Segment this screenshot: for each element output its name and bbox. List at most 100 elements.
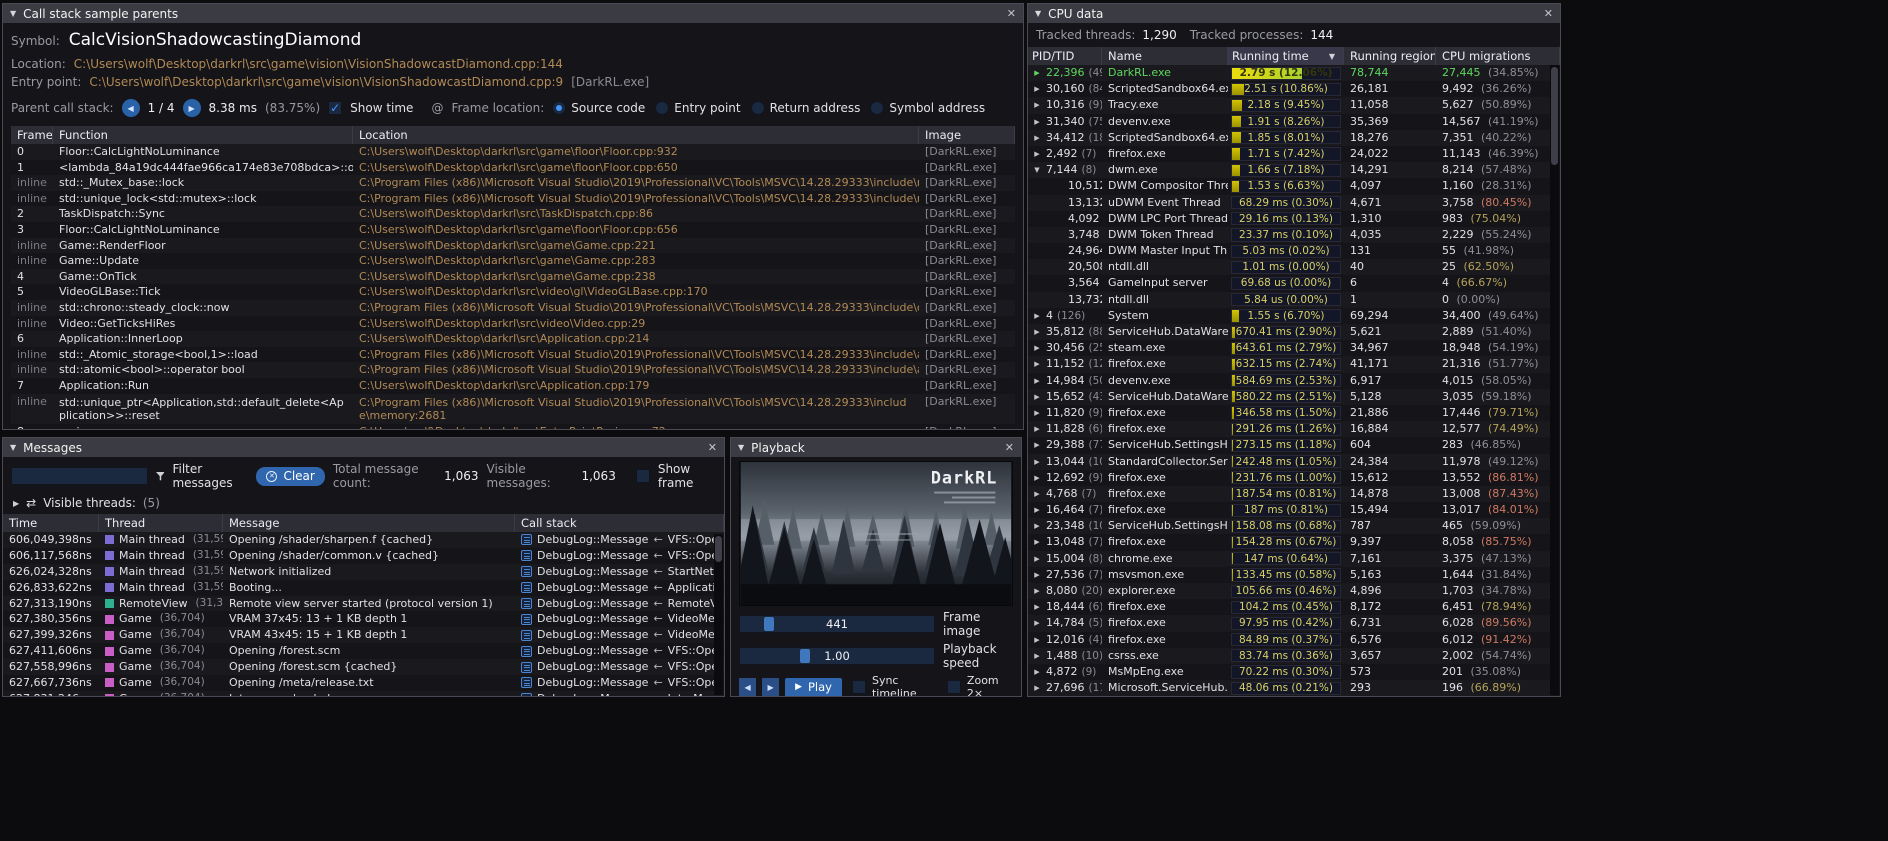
col-thread[interactable]: Thread — [99, 514, 223, 532]
play-button[interactable]: ▶Play — [785, 678, 842, 697]
message-row[interactable]: 627,411,606ns Game (36,704) Opening /for… — [3, 643, 724, 659]
process-pid[interactable]: ▶ 8,080 (20) — [1028, 583, 1102, 599]
expand-icon[interactable]: ▶ — [1032, 680, 1042, 696]
cpu-process-row[interactable]: ▶ 4 (126) System 1.55 s (6.70%) 69,294 3… — [1028, 308, 1550, 324]
callstack-frame-row[interactable]: 8 main C:\Users\wolf\Desktop\darkrl\src\… — [11, 424, 1015, 430]
process-pid[interactable]: ▶ 27,536 (7) — [1028, 567, 1102, 583]
callstack-frame-row[interactable]: inline std::atomic<bool>::operator bool … — [11, 362, 1015, 378]
process-pid[interactable]: 10,512 — [1028, 178, 1102, 194]
process-pid[interactable]: ▶ 2,492 (7) — [1028, 146, 1102, 162]
cpu-process-row[interactable]: ▶ 8,080 (20) explorer.exe 105.66 ms (0.4… — [1028, 583, 1550, 599]
process-pid[interactable]: ▶ 4 (126) — [1028, 308, 1102, 324]
message-callstack[interactable]: DebugLog::Message ← VFS::Open — [515, 675, 724, 691]
callstack-frame-row[interactable]: inline Game::RenderFloor C:\Users\wolf\D… — [11, 238, 1015, 254]
collapse-icon[interactable]: ▼ — [10, 443, 16, 452]
clear-messages-button[interactable]: ✕ Clear — [256, 467, 324, 486]
cpu-process-row[interactable]: ▶ 18,444 (6) firefox.exe 104.2 ms (0.45%… — [1028, 599, 1550, 615]
collapse-icon[interactable]: ▼ — [10, 9, 16, 18]
message-callstack[interactable]: DebugLog::Message ← VFS::Open — [515, 659, 724, 675]
message-row[interactable]: 626,024,328ns Main thread (31,596) Netwo… — [3, 564, 724, 580]
process-pid[interactable]: ▶ 13,048 (7) — [1028, 534, 1102, 550]
process-pid[interactable]: ▶ 34,412 (18) — [1028, 130, 1102, 146]
message-callstack[interactable]: DebugLog::Message ← VFS::Open — [515, 548, 724, 564]
frame-location-radio[interactable]: Source code — [552, 101, 645, 115]
process-pid[interactable]: ▶ 35,812 (88) — [1028, 324, 1102, 340]
cpu-process-row[interactable]: ▶ 13,044 (10) StandardCollector.Servic 2… — [1028, 454, 1550, 470]
expand-icon[interactable]: ▶ — [1032, 405, 1042, 421]
expand-icon[interactable]: ▶ — [1032, 502, 1042, 518]
message-row[interactable]: 627,399,326ns Game (36,704) VRAM 43x45: … — [3, 627, 724, 643]
callstack-frame-row[interactable]: 0 Floor::CalcLightNoLuminance C:\Users\w… — [11, 144, 1015, 160]
callstack-frame-row[interactable]: 5 VideoGLBase::Tick C:\Users\wolf\Deskto… — [11, 284, 1015, 300]
collapse-icon[interactable]: ▼ — [1035, 9, 1041, 18]
cpu-process-row[interactable]: ▶ 31,340 (75) devenv.exe 1.91 s (8.26%) … — [1028, 114, 1550, 130]
process-pid[interactable]: ▶ 14,984 (50) — [1028, 373, 1102, 389]
callstack-icon[interactable] — [521, 662, 532, 673]
message-row[interactable]: 626,833,622ns Main thread (31,596) Booti… — [3, 580, 724, 596]
expand-icon[interactable]: ▶ — [1032, 81, 1042, 97]
process-pid[interactable]: ▶ 23,348 (106) — [1028, 518, 1102, 534]
expand-icon[interactable]: ▶ — [1032, 632, 1042, 648]
frame-location-radio[interactable]: Return address — [751, 101, 861, 115]
next-frame-button[interactable]: ▶ — [762, 678, 779, 697]
next-callstack-button[interactable]: ▶ — [183, 99, 201, 117]
cpu-process-row[interactable]: ▶ 11,828 (6) firefox.exe 291.26 ms (1.26… — [1028, 421, 1550, 437]
expand-icon[interactable]: ▶ — [1032, 454, 1042, 470]
sync-timeline-checkbox[interactable] — [852, 680, 866, 694]
show-frame-checkbox[interactable] — [636, 469, 650, 483]
expand-icon[interactable]: ▶ — [1032, 340, 1042, 356]
cpu-process-row[interactable]: ▶ 12,692 (9) firefox.exe 231.76 ms (1.00… — [1028, 470, 1550, 486]
message-callstack[interactable]: DebugLog::Message ← VideoMemo — [515, 611, 724, 627]
process-pid[interactable]: ▶ 30,160 (84) — [1028, 81, 1102, 97]
cpu-process-row[interactable]: ▶ 30,456 (25) steam.exe 643.61 ms (2.79%… — [1028, 340, 1550, 356]
cpu-process-row[interactable]: 20,508 ntdll.dll 1.01 ms (0.00%) 40 25 (… — [1028, 259, 1550, 275]
message-filter-input[interactable] — [11, 467, 148, 485]
cpu-process-row[interactable]: ▶ 15,652 (43) ServiceHub.DataWarehou 580… — [1028, 389, 1550, 405]
callstack-frame-row[interactable]: 2 TaskDispatch::Sync C:\Users\wolf\Deskt… — [11, 206, 1015, 222]
process-pid[interactable]: 4,092 — [1028, 211, 1102, 227]
playback-speed-slider[interactable]: 1.00 — [739, 647, 935, 665]
cpu-process-row[interactable]: ▶ 27,696 (17) Microsoft.ServiceHub.Co 48… — [1028, 680, 1550, 696]
cpu-process-row[interactable]: 13,132 uDWM Event Thread 68.29 ms (0.30%… — [1028, 195, 1550, 211]
process-pid[interactable]: ▶ 1,488 (10) — [1028, 648, 1102, 664]
callstack-icon[interactable] — [521, 614, 532, 625]
message-row[interactable]: 606,049,398ns Main thread (31,596) Openi… — [3, 532, 724, 548]
cpu-process-row[interactable]: ▼ 7,144 (8) dwm.exe 1.66 s (7.18%) 14,29… — [1028, 162, 1550, 178]
process-pid[interactable]: ▶ 29,388 (77) — [1028, 437, 1102, 453]
show-time-checkbox[interactable] — [328, 101, 342, 115]
message-callstack[interactable]: DebugLog::Message ← StartNetwo — [515, 564, 724, 580]
cpu-process-row[interactable]: ▶ 1,488 (10) csrss.exe 83.74 ms (0.36%) … — [1028, 648, 1550, 664]
callstack-frame-row[interactable]: inline Video::GetTicksHiRes C:\Users\wol… — [11, 316, 1015, 332]
message-callstack[interactable]: DebugLog::Message ← IntroMenu:: — [515, 691, 724, 696]
col-function[interactable]: Function — [53, 126, 353, 144]
process-pid[interactable]: ▶ 4,768 (7) — [1028, 486, 1102, 502]
process-pid[interactable]: ▶ 11,820 (9) — [1028, 405, 1102, 421]
cpu-process-row[interactable]: ▶ 10,316 (9) Tracy.exe 2.18 s (9.45%) 11… — [1028, 97, 1550, 113]
prev-frame-button[interactable]: ◀ — [739, 678, 756, 697]
message-row[interactable]: 627,558,996ns Game (36,704) Opening /for… — [3, 659, 724, 675]
cpu-process-row[interactable]: ▶ 14,984 (50) devenv.exe 584.69 ms (2.53… — [1028, 373, 1550, 389]
process-pid[interactable]: ▶ 12,692 (9) — [1028, 470, 1102, 486]
prev-callstack-button[interactable]: ◀ — [122, 99, 140, 117]
cpu-process-row[interactable]: ▶ 4,872 (9) MsMpEng.exe 70.22 ms (0.30%)… — [1028, 664, 1550, 680]
expand-icon[interactable]: ▶ — [1032, 664, 1042, 680]
zoom-2x-checkbox[interactable] — [947, 680, 961, 694]
expand-icon[interactable]: ▶ — [1032, 65, 1042, 81]
message-callstack[interactable]: DebugLog::Message ← VFS::Open — [515, 532, 724, 548]
message-row[interactable]: 627,380,356ns Game (36,704) VRAM 37x45: … — [3, 611, 724, 627]
cpu-process-row[interactable]: ▶ 34,412 (18) ScriptedSandbox64.exe 1.85… — [1028, 130, 1550, 146]
expand-icon[interactable]: ▶ — [1032, 437, 1042, 453]
message-row[interactable]: 627,831,246ns Game (36,704) Intro menu l… — [3, 691, 724, 696]
process-pid[interactable]: 13,132 — [1028, 195, 1102, 211]
process-pid[interactable]: ▶ 27,696 (17) — [1028, 680, 1102, 696]
message-row[interactable]: 606,117,568ns Main thread (31,596) Openi… — [3, 548, 724, 564]
process-pid[interactable]: 3,564 — [1028, 275, 1102, 291]
expand-icon[interactable]: ▶ — [1032, 389, 1042, 405]
col-image[interactable]: Image — [919, 126, 1015, 144]
callstack-frame-row[interactable]: inline std::unique_ptr<Application,std::… — [11, 394, 1015, 424]
scrollbar-thumb[interactable] — [1551, 67, 1558, 165]
cpu-process-row[interactable]: 24,964 DWM Master Input Thread 5.03 ms (… — [1028, 243, 1550, 259]
callstack-icon[interactable] — [521, 693, 532, 696]
message-row[interactable]: 627,667,736ns Game (36,704) Opening /met… — [3, 675, 724, 691]
process-pid[interactable]: ▶ 15,004 (8) — [1028, 551, 1102, 567]
